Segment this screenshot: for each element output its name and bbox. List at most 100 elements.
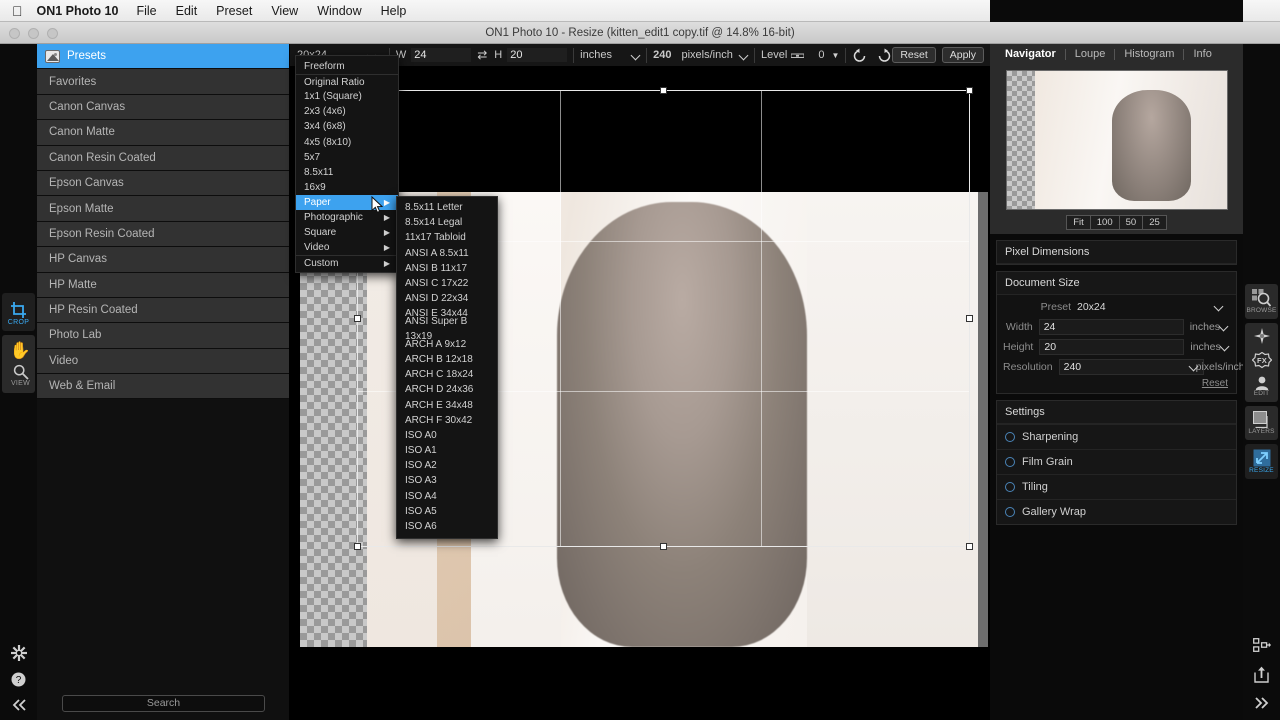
sharpening-toggle-icon[interactable]	[1005, 432, 1015, 442]
paper-item-legal[interactable]: 8.5x14 Legal	[397, 215, 497, 230]
resolution-value[interactable]: 240	[653, 49, 671, 61]
height-input[interactable]	[507, 48, 568, 62]
preset-item-canon-resin-coated[interactable]: Canon Resin Coated	[37, 145, 289, 171]
menu-item-view[interactable]: View	[271, 4, 298, 18]
module-edit[interactable]: EDIT	[1245, 373, 1278, 400]
module-fx[interactable]: FX	[1245, 349, 1278, 373]
preset-item-video[interactable]: Video	[37, 348, 289, 375]
rotate-ccw-icon[interactable]	[852, 48, 867, 63]
menu-item-5x7[interactable]: 5x7	[296, 150, 398, 165]
document-size-header[interactable]: Document Size	[997, 272, 1236, 295]
window-traffic-lights[interactable]	[9, 28, 58, 39]
units-value[interactable]: inches	[580, 49, 612, 61]
tool-crop[interactable]: CROP	[2, 293, 35, 331]
film-grain-toggle-icon[interactable]	[1005, 457, 1015, 467]
height-field-input[interactable]	[1039, 338, 1185, 355]
paper-item-iso-a3[interactable]: ISO A3	[397, 473, 497, 488]
rotate-cw-icon[interactable]	[877, 48, 892, 63]
menu-item-8-5x11[interactable]: 8.5x11	[296, 165, 398, 180]
module-enhance[interactable]	[1245, 325, 1278, 349]
resolution-chevron-down-icon[interactable]	[740, 51, 748, 60]
setting-sharpening[interactable]: Sharpening	[997, 424, 1236, 449]
paper-item-iso-a5[interactable]: ISO A5	[397, 504, 497, 519]
menu-item-4x5[interactable]: 4x5 (8x10)	[296, 134, 398, 149]
preset-item-epson-resin-coated[interactable]: Epson Resin Coated	[37, 221, 289, 248]
paper-item-letter[interactable]: 8.5x11 Letter	[397, 200, 497, 215]
paper-item-arch-e[interactable]: ARCH E 34x48	[397, 397, 497, 412]
tool-pan[interactable]: ✋	[2, 340, 39, 362]
menu-item-square[interactable]: Square ▶	[296, 225, 398, 240]
zoom-window-button[interactable]	[47, 28, 58, 39]
menu-item-video[interactable]: Video ▶	[296, 240, 398, 255]
menu-item-file[interactable]: File	[136, 4, 156, 18]
preset-item-photo-lab[interactable]: Photo Lab	[37, 323, 289, 349]
menu-item-3x4[interactable]: 3x4 (6x8)	[296, 119, 398, 134]
apple-icon[interactable]: 	[12, 4, 23, 18]
preset-item-epson-matte[interactable]: Epson Matte	[37, 196, 289, 222]
preset-item-favorites[interactable]: Favorites	[37, 69, 289, 95]
setting-tiling[interactable]: Tiling	[997, 474, 1236, 499]
menu-item-2x3[interactable]: 2x3 (4x6)	[296, 104, 398, 119]
crop-handle-bottom-center[interactable]	[659, 543, 667, 550]
menu-item-1x1[interactable]: 1x1 (Square)	[296, 89, 398, 104]
paper-item-iso-a6[interactable]: ISO A6	[397, 519, 497, 534]
crop-handle-bottom-left[interactable]	[354, 543, 361, 550]
paper-submenu[interactable]: 8.5x11 Letter 8.5x14 Legal 11x17 Tabloid…	[396, 196, 498, 540]
crop-handle-middle-right[interactable]	[966, 314, 973, 322]
close-window-button[interactable]	[9, 28, 20, 39]
height-unit-chevron-down-icon[interactable]	[1221, 342, 1224, 351]
zoom-50-button[interactable]: 50	[1118, 215, 1143, 230]
module-resize[interactable]: RESIZE	[1245, 446, 1278, 477]
crop-handle-middle-left[interactable]	[354, 314, 361, 322]
zoom-25-button[interactable]: 25	[1142, 215, 1167, 230]
crop-handle-top-center[interactable]	[659, 87, 667, 94]
paper-item-arch-b[interactable]: ARCH B 12x18	[397, 352, 497, 367]
navigator-thumbnail[interactable]	[1005, 70, 1228, 210]
menu-item-freeform[interactable]: Freeform	[296, 59, 398, 74]
width-unit-chevron-down-icon[interactable]	[1220, 322, 1224, 331]
level-value[interactable]: 0	[818, 49, 824, 61]
gear-icon[interactable]	[10, 645, 27, 661]
settings-header[interactable]: Settings	[997, 401, 1236, 424]
menu-item-preset[interactable]: Preset	[216, 4, 252, 18]
paper-item-tabloid[interactable]: 11x17 Tabloid	[397, 230, 497, 245]
presets-header[interactable]: Presets	[37, 44, 289, 70]
search-input[interactable]: Search	[62, 695, 265, 712]
paper-item-ansi-d[interactable]: ANSI D 22x34	[397, 291, 497, 306]
units-chevron-down-icon[interactable]	[632, 51, 640, 60]
width-input[interactable]	[411, 48, 472, 62]
document-size-reset-link[interactable]: Reset	[1005, 378, 1228, 389]
tab-loupe[interactable]: Loupe	[1066, 48, 1115, 60]
tiling-toggle-icon[interactable]	[1005, 482, 1015, 492]
menu-item-window[interactable]: Window	[317, 4, 361, 18]
level-icon[interactable]	[791, 51, 805, 60]
zoom-100-button[interactable]: 100	[1089, 215, 1119, 230]
paper-item-iso-a4[interactable]: ISO A4	[397, 489, 497, 504]
collapse-right-icon[interactable]	[1254, 696, 1270, 710]
share-module-icon[interactable]	[1252, 638, 1271, 653]
module-layers[interactable]: LAYERS	[1245, 408, 1278, 438]
paper-item-arch-c[interactable]: ARCH C 18x24	[397, 367, 497, 382]
menu-item-original-ratio[interactable]: Original Ratio	[296, 74, 398, 89]
preset-chevron-down-icon[interactable]	[1215, 302, 1224, 311]
level-chevron-down-icon[interactable]: ▼	[831, 51, 839, 60]
paper-item-iso-a1[interactable]: ISO A1	[397, 443, 497, 458]
paper-item-iso-a0[interactable]: ISO A0	[397, 428, 497, 443]
setting-gallery-wrap[interactable]: Gallery Wrap	[997, 499, 1236, 524]
crop-handle-top-right[interactable]	[966, 87, 973, 94]
paper-item-ansi-c[interactable]: ANSI C 17x22	[397, 276, 497, 291]
preset-item-hp-matte[interactable]: HP Matte	[37, 272, 289, 298]
tab-info[interactable]: Info	[1184, 48, 1220, 60]
paper-item-ansi-super-b[interactable]: ANSI Super B 13x19	[397, 316, 497, 342]
preset-item-web-email[interactable]: Web & Email	[37, 374, 289, 400]
menu-item-edit[interactable]: Edit	[176, 4, 198, 18]
module-browse[interactable]: BROWSE	[1245, 286, 1278, 317]
gallery-wrap-toggle-icon[interactable]	[1005, 507, 1015, 517]
paper-item-ansi-a[interactable]: ANSI A 8.5x11	[397, 246, 497, 261]
menu-app-name[interactable]: ON1 Photo 10	[37, 4, 119, 18]
tool-view[interactable]: VIEW	[2, 362, 39, 389]
aspect-ratio-menu[interactable]: Freeform Original Ratio 1x1 (Square) 2x3…	[295, 55, 399, 274]
preset-item-hp-canvas[interactable]: HP Canvas	[37, 247, 289, 273]
menu-item-custom[interactable]: Custom ▶	[296, 255, 398, 270]
resolution-field-input[interactable]	[1058, 358, 1204, 375]
